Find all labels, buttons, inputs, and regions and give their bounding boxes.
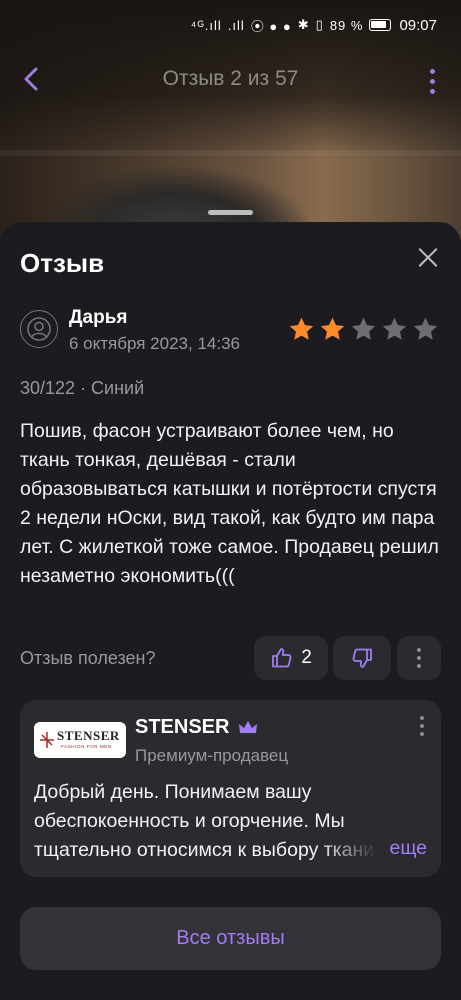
dot-icon [420, 716, 424, 720]
user-icon [27, 317, 51, 341]
seller-reply-card[interactable]: STENSER FASHION FOR MEN STENSER Премиум-… [20, 700, 441, 877]
star-filled-icon [289, 317, 314, 340]
review-date: 6 октября 2023, 14:36 [69, 334, 240, 353]
star-empty-icon [413, 317, 438, 340]
review-sheet: Отзыв Дарья 6 октября 2023, 14:36 30/122… [0, 222, 461, 1000]
dot-icon [429, 78, 435, 84]
reply-expand-link[interactable]: еще [389, 837, 427, 860]
status-bar: ⁴ᴳ.ıll .ıll ⦿ ● ● ✱ ▯ 89 % 09:07 [0, 0, 461, 50]
review-text: Пошив, фасон устраивают более чем, но тк… [20, 420, 439, 587]
like-count: 2 [301, 647, 312, 668]
status-time: 09:07 [399, 16, 437, 34]
star-filled-icon [320, 317, 345, 340]
dot-icon [420, 724, 424, 728]
reply-options-button[interactable] [415, 714, 429, 738]
crown-icon [239, 721, 257, 733]
like-button[interactable]: 2 [254, 636, 328, 680]
seller-logo-tagline: FASHION FOR MEN [61, 744, 112, 749]
helpful-label: Отзыв полезен? [20, 648, 156, 668]
review-actions-button[interactable] [397, 636, 441, 680]
vibrate-icon: ▯ [315, 17, 324, 32]
star-empty-icon [382, 317, 407, 340]
thumbs-up-icon [272, 648, 292, 668]
battery-icon [369, 19, 392, 31]
thumbs-down-icon [352, 648, 372, 668]
review-meta: 30/122 · Синий [20, 378, 145, 398]
page-title: Отзыв 2 из 57 [162, 67, 299, 90]
dot-icon [429, 88, 435, 94]
rating-stars [287, 315, 440, 344]
avatar [20, 310, 58, 348]
more-options-button[interactable] [419, 63, 445, 99]
photo-edge [0, 150, 461, 156]
close-button[interactable] [417, 246, 439, 268]
sheet-drag-handle[interactable] [208, 210, 253, 215]
notification-icons: ⦿ ● ● [250, 18, 292, 34]
dot-icon [417, 656, 421, 660]
dislike-button[interactable] [333, 636, 391, 680]
bluetooth-icon: ✱ [297, 17, 310, 32]
top-bar: Отзыв 2 из 57 [0, 55, 461, 107]
author-name: Дарья [69, 307, 128, 328]
dot-icon [417, 664, 421, 668]
signal-icon: .ıll [227, 17, 245, 33]
seller-logo-word: STENSER [57, 728, 120, 743]
dot-icon [429, 68, 435, 74]
seller-logo-emblem-icon [40, 732, 54, 748]
dot-icon [417, 648, 421, 652]
sheet-title: Отзыв [20, 248, 105, 278]
dot-icon [420, 732, 424, 736]
seller-logo: STENSER FASHION FOR MEN [34, 722, 126, 758]
all-reviews-button[interactable]: Все отзывы [20, 907, 441, 970]
seller-name: STENSER [135, 716, 230, 738]
network-signal-icon: ⁴ᴳ.ıll [190, 17, 222, 33]
seller-badge-label: Премиум-продавец [135, 746, 289, 765]
star-empty-icon [351, 317, 376, 340]
battery-percent: 89 % [329, 17, 364, 33]
